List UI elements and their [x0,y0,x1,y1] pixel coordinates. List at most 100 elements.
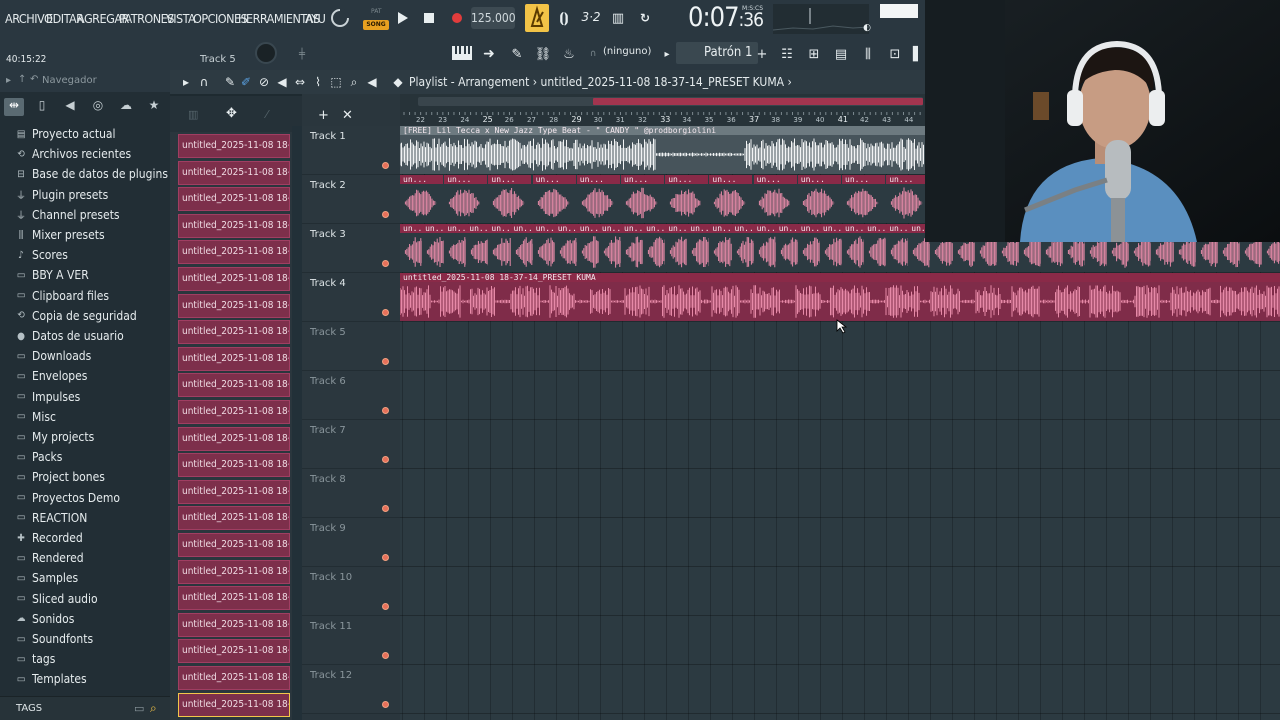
picker-clip[interactable]: untitled_2025-11-08 18-... [178,267,290,291]
search-icon[interactable]: ⌕ [150,701,157,716]
pattern-clip[interactable]: un... [532,175,576,223]
record-icon[interactable] [449,10,465,26]
countdown-icon[interactable]: 3·2 [580,9,602,25]
track-enable-led[interactable] [382,407,389,414]
loop-record-icon[interactable]: ↻ [634,10,656,26]
link-icon[interactable]: ⛓ [534,46,552,62]
master-volume-knob[interactable] [255,42,277,64]
pattern-clip[interactable]: un... [797,175,841,223]
pattern-clip[interactable]: un... [400,175,443,223]
picker-clip[interactable]: untitled_2025-11-08 18-... [178,293,290,318]
track-enable-led[interactable] [382,554,389,561]
browser-item[interactable]: ⏚ Plugin presets [14,185,108,205]
menu-ayuda[interactable]: AYU [305,11,326,26]
play-icon[interactable] [395,9,411,27]
snap-select[interactable]: (ninguno) [603,46,651,57]
arrow-right-icon[interactable]: ➜ [480,46,498,62]
browser-item[interactable]: ☁ Sonidos [14,609,75,629]
pattern-clip[interactable]: un... [488,175,532,223]
piano-roll-view-icon[interactable]: ⊞ [804,45,824,63]
step-edit-icon[interactable]: ▥ [607,10,629,26]
picker-clip[interactable]: untitled_2025-11-08 18-... [178,426,290,451]
mute-tool-icon[interactable]: ◀ [274,74,290,90]
star-icon[interactable]: ★ [144,98,164,116]
picker-clip[interactable]: untitled_2025-11-08 18-... [178,373,290,398]
paint-tool-icon[interactable]: ✐ [238,74,254,90]
delete-tool-icon[interactable]: ⊘ [256,74,272,90]
picker-clip[interactable]: untitled_2025-11-08 18-... [178,666,290,690]
magnet-snap-icon[interactable]: ∩ [196,74,212,90]
browser-item[interactable]: ▭ REACTION [14,508,88,528]
close-icon[interactable]: ✕ [342,108,353,123]
picker-clip[interactable]: untitled_2025-11-08 18-... [178,479,290,504]
track-enable-led[interactable] [382,505,389,512]
track-header[interactable]: Track 9 [302,518,400,567]
track-enable-led[interactable] [382,456,389,463]
track-enable-led[interactable] [382,358,389,365]
picker-clip[interactable]: untitled_2025-11-08 18-... [178,586,290,611]
stop-icon[interactable] [421,10,437,26]
browser-item[interactable]: ▭ Downloads [14,346,92,366]
pattern-clip[interactable]: un... [444,175,488,223]
picker-clip[interactable]: untitled_2025-11-08 18-... [178,612,290,637]
timeline-ruler[interactable]: 22 23 24 25 26 27 28 29 30 31 32 33 34 35 36 37 38 39 40 41… [400,94,925,126]
wait-input-icon[interactable]: ⦗⦘ [553,10,575,26]
browser-item[interactable]: ▭ Soundfonts [14,629,93,649]
browser-item[interactable]: ⏚ Channel presets [14,205,120,225]
track-enable-led[interactable] [382,309,389,316]
picker-scrollbar[interactable] [292,126,302,720]
picker-clip[interactable]: untitled_2025-11-08 18-... [178,187,290,212]
track-enable-led[interactable] [382,603,389,610]
pattern-clip[interactable]: un... [665,175,709,223]
add-pattern-icon[interactable]: + [756,46,768,62]
track-enable-led[interactable] [382,652,389,659]
slip-tool-icon[interactable]: ⇔ [292,74,308,90]
track-header[interactable]: Track 3 [302,224,400,273]
picker-clip[interactable]: untitled_2025-11-08 18-... [178,400,290,424]
browser-item[interactable]: ▭ Samples [14,568,78,588]
picker-clip[interactable]: untitled_2025-11-08 18-... [178,240,290,265]
track-header[interactable]: Track 12 [302,665,400,714]
browser-item[interactable]: ⟲ Archivos recientes [14,144,131,164]
browser-menu-icon[interactable]: ▸ [6,75,11,86]
picker-clip[interactable]: untitled_2025-11-08 18-... [178,160,290,185]
menu-vista[interactable]: VISTA [166,11,196,26]
speaker-icon[interactable]: ◀ [60,98,80,116]
track-enable-led[interactable] [382,162,389,169]
browser-item[interactable]: ⫼ Mixer presets [14,225,105,245]
track-header[interactable]: Track 5 [302,322,400,371]
browser-item[interactable]: ▭ Clipboard files [14,286,109,306]
browser-item[interactable]: ▭ tags [14,649,56,669]
browser-item[interactable]: ● Datos de usuario [14,326,124,346]
browser-up-icon[interactable]: ↑ [18,74,26,85]
track4-audio-clip[interactable]: untitled_2025-11-08 18-37-14_PRESET KUMA [400,273,1280,321]
picker-pen-icon[interactable]: ⁄ [266,108,268,121]
track-header[interactable]: Track 2 [302,175,400,224]
track-enable-led[interactable] [382,260,389,267]
browser-item[interactable]: ⊟ Base de datos de plugins [14,164,168,184]
picker-clip[interactable]: untitled_2025-11-08 18-... [178,453,290,478]
track-header[interactable]: Track 1 [302,126,400,175]
pattern-clip[interactable]: un... [886,175,930,223]
picker-move-icon[interactable]: ✥ [226,106,237,121]
plugin-icon[interactable]: ◎ [88,98,108,116]
track-enable-led[interactable] [382,211,389,218]
all-files-icon[interactable]: ⇹ [4,98,24,116]
track-header[interactable]: Track 4 [302,273,400,322]
mixer-icon[interactable]: ⫼ [858,45,878,63]
picker-clip[interactable]: untitled_2025-11-08 18-... [178,639,290,664]
browser-back-icon[interactable]: ↶ [30,74,38,85]
folder-icon[interactable]: ▭ [134,702,144,715]
slice-tool-icon[interactable]: ⌇ [310,74,326,90]
channel-rack-icon[interactable]: ▤ [831,45,851,63]
pen-icon[interactable]: ✎ [508,46,526,62]
browser-item[interactable]: ▭ Proyectos Demo [14,488,120,508]
zoom-tool-icon[interactable]: ⌕ [346,74,362,90]
track-header[interactable]: Track 6 [302,371,400,420]
browser-item[interactable]: ▭ Envelopes [14,366,88,386]
draw-tool-icon[interactable]: ✎ [222,74,238,90]
select-tool-icon[interactable]: ⬚ [328,74,344,90]
browser-item[interactable]: ✚ Recorded [14,528,83,548]
browser-item[interactable]: ⟲ Copia de seguridad [14,306,136,326]
playlist-view-icon[interactable]: ☷ [777,45,797,63]
